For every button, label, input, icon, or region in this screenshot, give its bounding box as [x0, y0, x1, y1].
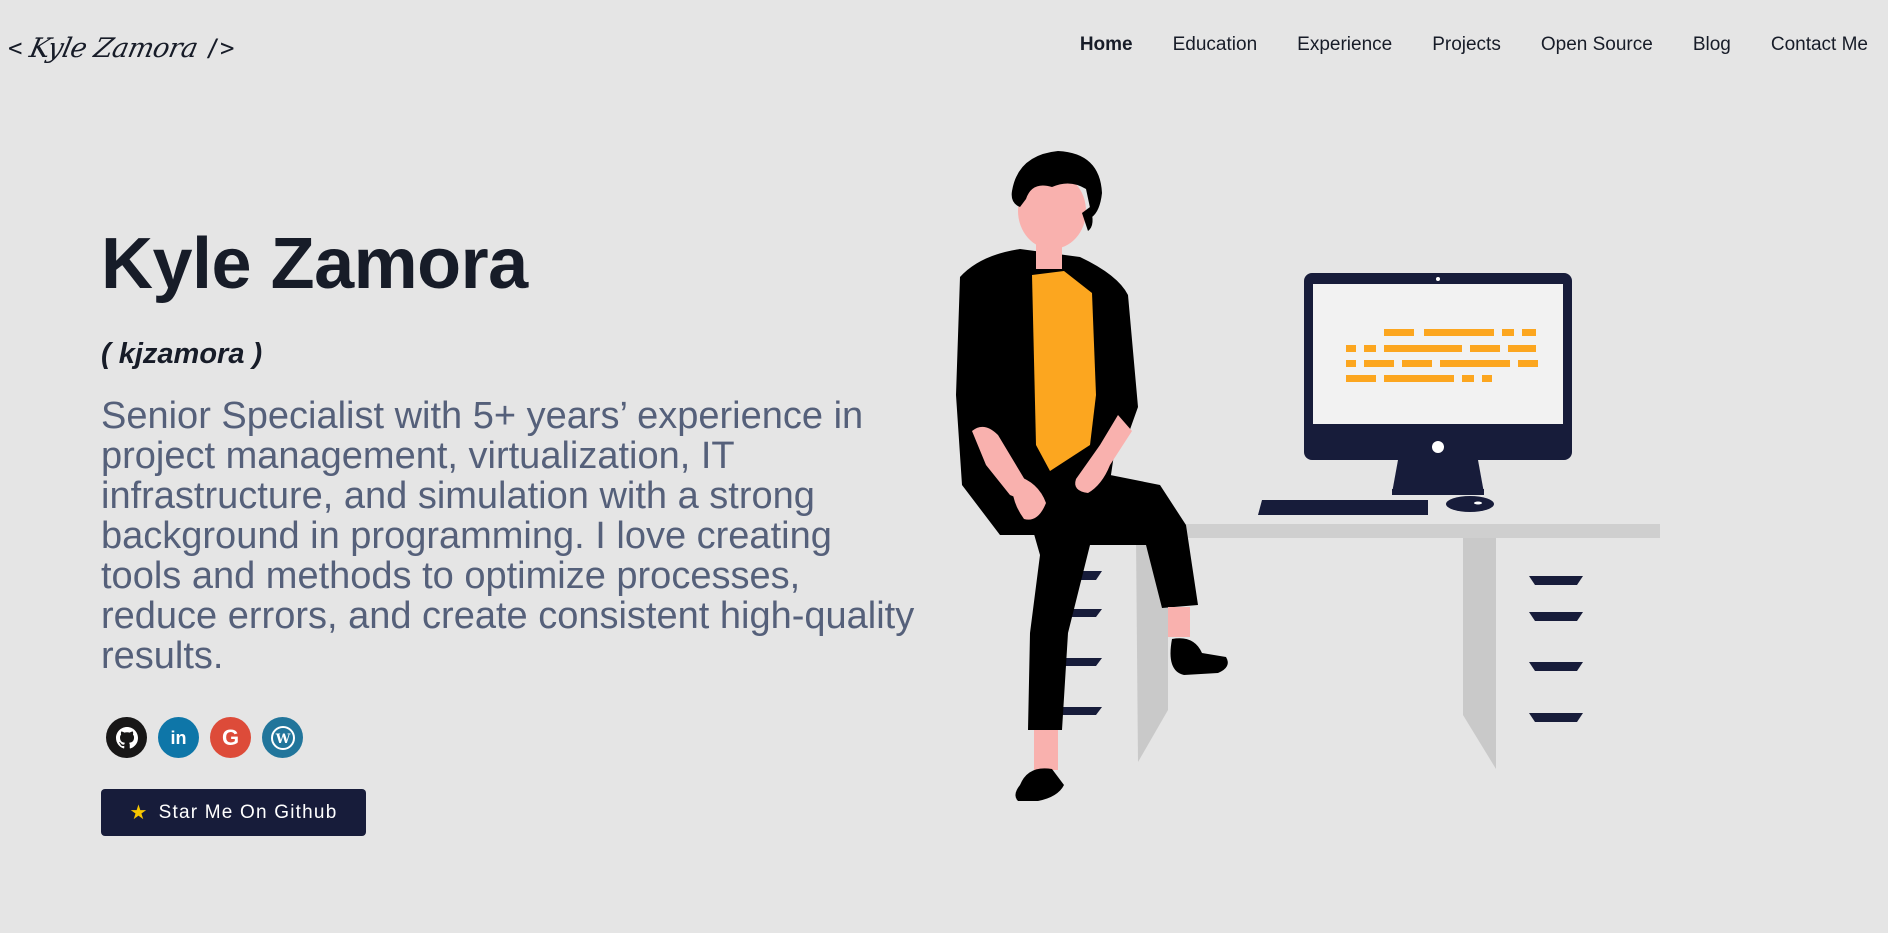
google-icon: G — [221, 724, 240, 750]
developer-illustration — [956, 151, 1660, 801]
logo-close-bracket: /> — [205, 34, 235, 62]
nav-education[interactable]: Education — [1153, 30, 1278, 60]
wordpress-link[interactable]: W — [262, 717, 303, 758]
site-logo[interactable]: < Kyle Zamora /> — [8, 22, 234, 74]
nav-blog[interactable]: Blog — [1673, 30, 1751, 60]
desk-leg-right — [1463, 538, 1496, 769]
nav-projects[interactable]: Projects — [1412, 30, 1521, 60]
hero-bio: Senior Specialist with 5+ years’ experie… — [101, 395, 915, 677]
nav-home[interactable]: Home — [1060, 30, 1153, 60]
nav-open-source[interactable]: Open Source — [1521, 30, 1673, 60]
linkedin-link[interactable]: in — [158, 717, 199, 758]
github-icon — [115, 726, 138, 748]
linkedin-icon: in — [170, 727, 187, 748]
social-links: in G W — [106, 717, 303, 758]
drawer-handles-right — [1529, 576, 1583, 722]
hero-nickname: ( kjzamora ) — [101, 338, 263, 370]
star-icon: ★ — [129, 802, 149, 824]
github-link[interactable] — [106, 717, 147, 758]
nav-contact-me[interactable]: Contact Me — [1751, 30, 1868, 60]
star-button-label: Star Me On Github — [158, 801, 338, 823]
portfolio-page: < Kyle Zamora /> Home Education Experien… — [0, 0, 1888, 933]
keyboard — [1258, 500, 1428, 515]
star-on-github-button[interactable]: ★ Star Me On Github — [101, 789, 366, 836]
google-link[interactable]: G — [210, 717, 251, 758]
logo-signature: Kyle Zamora — [27, 32, 201, 64]
person — [956, 151, 1228, 801]
hero-name: Kyle Zamora — [101, 224, 528, 304]
svg-text:W: W — [274, 732, 290, 747]
nav-experience[interactable]: Experience — [1277, 30, 1412, 60]
monitor — [1304, 273, 1572, 495]
main-nav: Home Education Experience Projects Open … — [1060, 30, 1868, 60]
wordpress-icon: W — [270, 725, 295, 750]
mouse — [1446, 496, 1494, 512]
logo-open-bracket: < — [8, 34, 23, 62]
